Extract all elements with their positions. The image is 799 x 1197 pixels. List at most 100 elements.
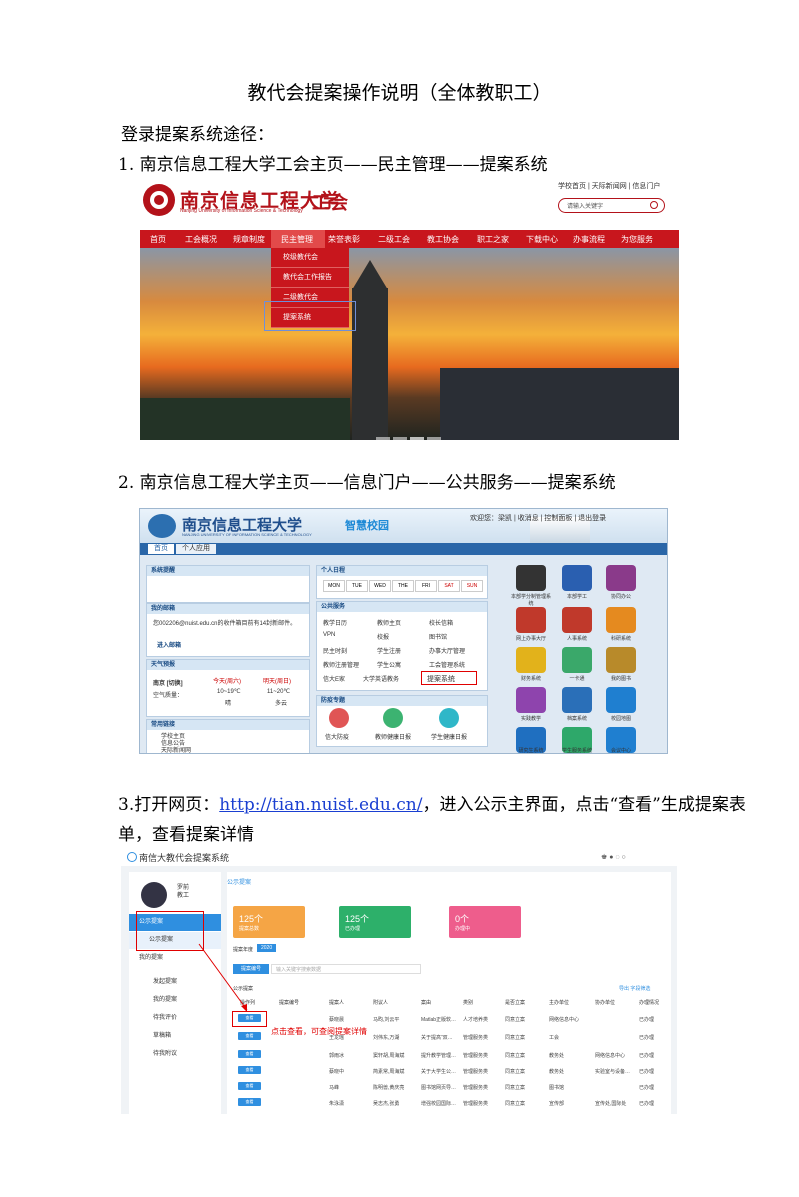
- service-item[interactable]: 校长信箱: [429, 618, 453, 627]
- app-icon[interactable]: [606, 565, 636, 591]
- app-label: 财务系统: [520, 676, 541, 682]
- table-cell: 关于提高“双…: [421, 1035, 453, 1041]
- union-logo-icon: [143, 184, 175, 216]
- search-input[interactable]: 请输入关键字: [558, 198, 665, 213]
- top-links[interactable]: 学校首页 | 天际新闻网 | 信息门户: [558, 181, 660, 191]
- nav-item[interactable]: 工会概况: [185, 234, 217, 245]
- service-item[interactable]: 信大E家: [323, 674, 345, 683]
- ep-item[interactable]: 教师健康日报: [375, 732, 411, 741]
- panel-title: 天气预报: [147, 660, 309, 670]
- panel-title: 常用链接: [147, 720, 309, 730]
- welcome-bar[interactable]: 欢迎您：梁凯 | 收消息 | 控制面板 | 退出登录: [470, 513, 606, 523]
- service-item[interactable]: 学生公寓: [377, 660, 401, 669]
- app-label: 学生服务系统: [561, 748, 592, 754]
- day-cell[interactable]: THE: [392, 580, 414, 592]
- service-item[interactable]: 工会管理系统: [429, 660, 465, 669]
- table-cell: 同意立案: [505, 1053, 526, 1059]
- epidemic-panel: 防疫专题 信大防疫 教师健康日报 学生健康日报: [316, 695, 488, 747]
- mail-link[interactable]: 进入邮箱: [157, 640, 181, 649]
- table-cell: 教务处: [549, 1053, 565, 1059]
- nav-item[interactable]: 荣誉表彰: [328, 234, 360, 245]
- smart-campus-label: 智慧校园: [345, 520, 389, 532]
- day-cell[interactable]: TUE: [346, 580, 368, 592]
- city[interactable]: 南京 [切换]: [153, 678, 183, 687]
- step-1-text: 1. 南京信息工程大学工会主页——民主管理——提案系统: [118, 155, 548, 175]
- tab-personal[interactable]: 个人应用: [176, 544, 216, 554]
- table-cell: 已办理: [639, 1053, 655, 1059]
- service-item[interactable]: 图书馆: [429, 632, 447, 641]
- app-icon[interactable]: [516, 687, 546, 713]
- table-cell: 窦轩胡,周海斌: [373, 1053, 405, 1059]
- day-cell[interactable]: SUN: [461, 580, 483, 592]
- app-label: 协同办公: [610, 594, 631, 600]
- nav-item[interactable]: 首页: [150, 234, 166, 245]
- service-item[interactable]: 学生注册: [377, 646, 401, 655]
- service-item[interactable]: 教师主页: [377, 618, 401, 627]
- table-cell: 提升教学管理…: [421, 1053, 457, 1059]
- table-cell: 已办理: [639, 1017, 655, 1023]
- service-item[interactable]: 校报: [377, 632, 389, 641]
- portal-screenshot: 南京信息工程大学 NANJING UNIVERSITY OF INFORMATI…: [139, 508, 668, 754]
- today: 今天(周六): [213, 679, 241, 685]
- mail-text: 您002206@nuist.edu.cn的收件箱目前有14封新邮件。: [153, 621, 297, 627]
- table-cell: 朱泳潇: [329, 1101, 345, 1107]
- student-health-icon[interactable]: [439, 708, 459, 728]
- search-icon[interactable]: [650, 201, 658, 209]
- app-icon[interactable]: [516, 607, 546, 633]
- table-cell: 已办理: [639, 1101, 655, 1107]
- table-cell: 已办理: [639, 1085, 655, 1091]
- app-icon[interactable]: [606, 647, 636, 673]
- panel-title: 我的邮箱: [147, 604, 309, 614]
- app-icon[interactable]: [562, 565, 592, 591]
- step-2-text: 2. 南京信息工程大学主页——信息门户——公共服务——提案系统: [118, 473, 616, 493]
- ep-item[interactable]: 信大防疫: [325, 732, 349, 741]
- tab-home[interactable]: 首页: [148, 544, 174, 554]
- proposal-system-link[interactable]: http://tian.nuist.edu.cn/: [219, 795, 422, 815]
- nav-item[interactable]: 为您服务: [621, 234, 653, 245]
- service-item[interactable]: 大学英语教务: [363, 674, 399, 683]
- nav-item[interactable]: 办事流程: [573, 234, 605, 245]
- app-icon[interactable]: [516, 565, 546, 591]
- step-3-line2: 单，查看提案详情: [118, 825, 254, 845]
- ep-item[interactable]: 学生健康日报: [431, 732, 467, 741]
- air-quality: 空气质量：: [153, 693, 184, 699]
- panel-title: 系统提醒: [147, 566, 309, 576]
- service-item[interactable]: 办事大厅管理: [429, 646, 465, 655]
- day-cell[interactable]: SAT: [438, 580, 460, 592]
- nav-item[interactable]: 教工协会: [427, 234, 459, 245]
- nav-item[interactable]: 下载中心: [526, 234, 558, 245]
- app-icon[interactable]: [562, 687, 592, 713]
- app-icon[interactable]: [562, 647, 592, 673]
- nav-item[interactable]: 二级工会: [378, 234, 410, 245]
- service-item[interactable]: 民主时刻: [323, 646, 347, 655]
- day-cell[interactable]: FRI: [415, 580, 437, 592]
- table-cell: 王龙瑶: [329, 1035, 345, 1041]
- app-icon[interactable]: [606, 607, 636, 633]
- nav-item[interactable]: 职工之家: [477, 234, 509, 245]
- app-icon[interactable]: [562, 607, 592, 633]
- union-homepage-screenshot: 南京信息工程大学 Nanjing University of Informati…: [140, 178, 679, 440]
- nav-item[interactable]: 规章制度: [233, 234, 265, 245]
- epidemic-icon[interactable]: [329, 708, 349, 728]
- table-cell: 同意立案: [505, 1017, 526, 1023]
- teacher-health-icon[interactable]: [383, 708, 403, 728]
- dropdown-item[interactable]: 校级教代会: [271, 248, 349, 268]
- university-logo-icon: [148, 514, 176, 538]
- table-cell: 图书馆网页导…: [421, 1085, 457, 1091]
- lead-heading: 登录提案系统途径：: [121, 125, 274, 145]
- table-cell: 增强校园国际…: [421, 1101, 457, 1107]
- table-cell: 吴志杰,张勇: [373, 1101, 400, 1107]
- banner-trees: [140, 398, 350, 440]
- dropdown-item[interactable]: 教代会工作报告: [271, 268, 349, 288]
- service-item[interactable]: VPN: [323, 632, 335, 638]
- day-cell[interactable]: WED: [369, 580, 391, 592]
- union-label: 工会: [312, 193, 348, 213]
- service-item[interactable]: 教学日历: [323, 618, 347, 627]
- university-name-en: NANJING UNIVERSITY OF INFORMATION SCIENC…: [182, 532, 312, 537]
- map-pin-icon[interactable]: [606, 687, 636, 713]
- service-item[interactable]: 教师注册管理: [323, 660, 359, 669]
- slider-dots[interactable]: [376, 427, 446, 440]
- link-item[interactable]: 天际新闻网: [161, 745, 191, 753]
- day-cell[interactable]: MON: [323, 580, 345, 592]
- app-icon[interactable]: [516, 647, 546, 673]
